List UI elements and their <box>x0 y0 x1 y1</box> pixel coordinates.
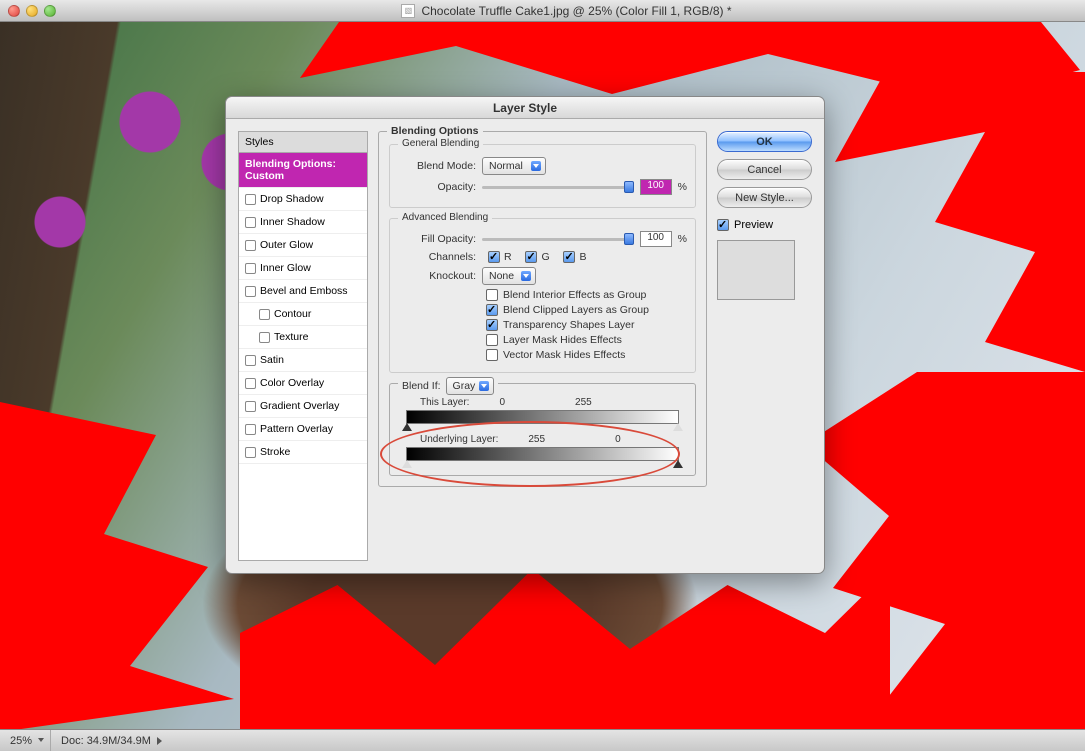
underlying-gradient[interactable] <box>406 447 679 461</box>
file-icon: ▧ <box>401 4 415 18</box>
this-layer-label: This Layer: <box>420 397 469 408</box>
dialog-buttons: OK Cancel New Style... Preview <box>717 131 812 561</box>
channel-g-checkbox[interactable] <box>525 251 537 263</box>
preview-swatch <box>717 240 795 300</box>
blend-clipped-checkbox[interactable] <box>486 304 498 316</box>
channel-b-checkbox[interactable] <box>563 251 575 263</box>
fill-opacity-slider[interactable] <box>482 232 634 246</box>
zoom-icon[interactable] <box>44 5 56 17</box>
checkbox-icon[interactable] <box>245 263 256 274</box>
window-title-text: Chocolate Truffle Cake1.jpg @ 25% (Color… <box>421 4 731 18</box>
opacity-label: Opacity: <box>398 181 476 193</box>
checkbox-icon[interactable] <box>245 355 256 366</box>
this-black-handle[interactable] <box>402 423 412 432</box>
under-black-handle[interactable] <box>402 460 412 469</box>
checkbox-icon[interactable] <box>245 240 256 251</box>
titlebar: ▧ Chocolate Truffle Cake1.jpg @ 25% (Col… <box>0 0 1085 22</box>
sidebar-item-inner-shadow[interactable]: Inner Shadow <box>239 211 367 234</box>
status-bar: 25% Doc: 34.9M/34.9M <box>0 729 1085 751</box>
sidebar-item-color-overlay[interactable]: Color Overlay <box>239 372 367 395</box>
checkbox-icon[interactable] <box>259 309 270 320</box>
knockout-select[interactable]: None <box>482 267 536 285</box>
dialog-title: Layer Style <box>226 97 824 119</box>
blend-interior-checkbox[interactable] <box>486 289 498 301</box>
sidebar-item-drop-shadow[interactable]: Drop Shadow <box>239 188 367 211</box>
document-window: ▧ Chocolate Truffle Cake1.jpg @ 25% (Col… <box>0 0 1085 751</box>
advanced-blending-group: Advanced Blending Fill Opacity: 100 % Ch… <box>389 218 696 373</box>
preview-label: Preview <box>734 219 773 231</box>
channel-r-checkbox[interactable] <box>488 251 500 263</box>
knockout-label: Knockout: <box>398 270 476 282</box>
transparency-shapes-checkbox[interactable] <box>486 319 498 331</box>
fill-opacity-label: Fill Opacity: <box>398 233 476 245</box>
sidebar-item-outer-glow[interactable]: Outer Glow <box>239 234 367 257</box>
chevron-right-icon <box>157 737 162 745</box>
new-style-button[interactable]: New Style... <box>717 187 812 208</box>
ok-button[interactable]: OK <box>717 131 812 152</box>
opacity-slider[interactable] <box>482 180 634 194</box>
sidebar-item-blending-options[interactable]: Blending Options: Custom <box>239 153 367 188</box>
window-title: ▧ Chocolate Truffle Cake1.jpg @ 25% (Col… <box>56 4 1077 18</box>
under-white-handle[interactable] <box>673 460 683 469</box>
sidebar-item-inner-glow[interactable]: Inner Glow <box>239 257 367 280</box>
blend-mode-select[interactable]: Normal <box>482 157 546 175</box>
checkbox-icon[interactable] <box>245 378 256 389</box>
layer-style-dialog: Layer Style Styles Blending Options: Cus… <box>225 96 825 574</box>
zoom-readout[interactable]: 25% <box>0 730 51 751</box>
channels-label: Channels: <box>398 251 476 263</box>
underlying-label: Underlying Layer: <box>420 434 498 445</box>
cancel-button[interactable]: Cancel <box>717 159 812 180</box>
layer-mask-hides-checkbox[interactable] <box>486 334 498 346</box>
vector-mask-hides-checkbox[interactable] <box>486 349 498 361</box>
checkbox-icon[interactable] <box>245 447 256 458</box>
blend-if-group: Blend If: Gray This Layer: 0 255 <box>389 383 696 476</box>
blend-mode-label: Blend Mode: <box>398 160 476 172</box>
minimize-icon[interactable] <box>26 5 38 17</box>
sidebar-item-texture[interactable]: Texture <box>239 326 367 349</box>
checkbox-icon[interactable] <box>245 424 256 435</box>
opacity-input[interactable]: 100 <box>640 179 672 195</box>
options-panel: Blending Options General Blending Blend … <box>378 131 707 561</box>
close-icon[interactable] <box>8 5 20 17</box>
doc-size-readout[interactable]: Doc: 34.9M/34.9M <box>51 735 172 747</box>
this-white-handle[interactable] <box>673 423 683 432</box>
checkbox-icon[interactable] <box>245 217 256 228</box>
checkbox-icon[interactable] <box>245 286 256 297</box>
sidebar-item-bevel[interactable]: Bevel and Emboss <box>239 280 367 303</box>
sidebar-item-pattern-overlay[interactable]: Pattern Overlay <box>239 418 367 441</box>
fill-opacity-input[interactable]: 100 <box>640 231 672 247</box>
checkbox-icon[interactable] <box>259 332 270 343</box>
this-layer-gradient[interactable] <box>406 410 679 424</box>
sidebar-item-satin[interactable]: Satin <box>239 349 367 372</box>
checkbox-icon[interactable] <box>245 194 256 205</box>
checkbox-icon[interactable] <box>245 401 256 412</box>
blending-options-group: Blending Options General Blending Blend … <box>378 131 707 487</box>
sidebar-item-gradient-overlay[interactable]: Gradient Overlay <box>239 395 367 418</box>
window-controls <box>8 5 56 17</box>
styles-sidebar: Styles Blending Options: Custom Drop Sha… <box>238 131 368 561</box>
blend-if-select[interactable]: Gray <box>446 377 495 395</box>
general-blending-group: General Blending Blend Mode: Normal Opac… <box>389 144 696 208</box>
sidebar-item-contour[interactable]: Contour <box>239 303 367 326</box>
preview-checkbox[interactable] <box>717 219 729 231</box>
styles-header[interactable]: Styles <box>239 132 367 153</box>
sidebar-item-stroke[interactable]: Stroke <box>239 441 367 464</box>
